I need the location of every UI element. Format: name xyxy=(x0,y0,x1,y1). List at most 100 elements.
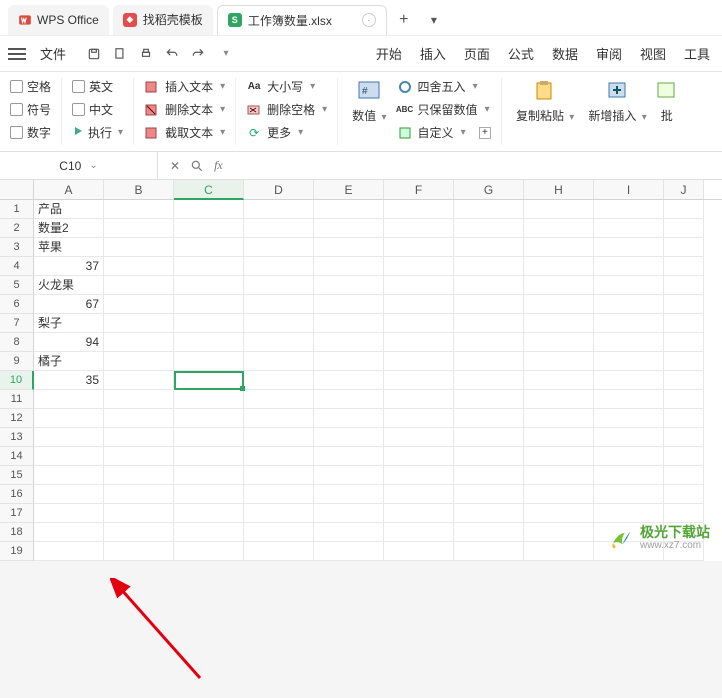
cell[interactable] xyxy=(174,523,244,542)
cell[interactable] xyxy=(384,238,454,257)
cell[interactable] xyxy=(174,409,244,428)
colh-B[interactable]: B xyxy=(104,180,174,199)
cell[interactable] xyxy=(314,409,384,428)
cell[interactable] xyxy=(174,371,244,390)
cell[interactable] xyxy=(594,219,664,238)
cell[interactable] xyxy=(524,523,594,542)
cell[interactable] xyxy=(174,466,244,485)
cell[interactable] xyxy=(244,504,314,523)
cell[interactable] xyxy=(524,371,594,390)
delspace-button[interactable]: 删除空格▾ xyxy=(246,101,327,118)
cell[interactable] xyxy=(244,276,314,295)
cell[interactable] xyxy=(314,466,384,485)
cell[interactable] xyxy=(664,409,704,428)
cell[interactable] xyxy=(104,352,174,371)
cancel-icon[interactable]: ✕ xyxy=(170,159,180,173)
undo-icon[interactable] xyxy=(164,46,180,62)
tab-formula[interactable]: 公式 xyxy=(508,44,534,63)
cell[interactable]: 67 xyxy=(34,295,104,314)
cell[interactable] xyxy=(664,504,704,523)
cell[interactable] xyxy=(524,238,594,257)
cell[interactable] xyxy=(594,390,664,409)
cell[interactable] xyxy=(104,447,174,466)
tab-docer[interactable]: ◆ 找稻壳模板 xyxy=(113,5,213,35)
cell[interactable] xyxy=(594,504,664,523)
cell[interactable] xyxy=(314,238,384,257)
tab-page[interactable]: 页面 xyxy=(464,44,490,63)
cell[interactable] xyxy=(454,276,524,295)
cell[interactable]: 数量2 xyxy=(34,219,104,238)
cell[interactable] xyxy=(524,504,594,523)
cell[interactable] xyxy=(524,257,594,276)
cell[interactable] xyxy=(314,352,384,371)
cell[interactable] xyxy=(244,257,314,276)
cell[interactable] xyxy=(384,295,454,314)
cell[interactable] xyxy=(104,276,174,295)
save-icon[interactable] xyxy=(86,46,102,62)
round-button[interactable]: 四舍五入▾ xyxy=(397,78,491,95)
cell[interactable] xyxy=(594,466,664,485)
copypaste-button[interactable]: 复制粘贴 ▾ xyxy=(512,78,578,145)
cell[interactable] xyxy=(244,295,314,314)
delete-text-button[interactable]: 删除文本▾ xyxy=(144,101,225,118)
cell[interactable] xyxy=(244,466,314,485)
cell[interactable] xyxy=(664,333,704,352)
tab-menu-button[interactable]: ▾ xyxy=(421,13,447,27)
cell[interactable] xyxy=(454,485,524,504)
cell[interactable] xyxy=(384,352,454,371)
file-menu[interactable]: 文件 xyxy=(40,44,66,63)
cell[interactable] xyxy=(594,371,664,390)
check-number[interactable]: 数字 xyxy=(10,124,51,141)
cell[interactable] xyxy=(594,314,664,333)
cell[interactable] xyxy=(524,447,594,466)
check-symbol[interactable]: 符号 xyxy=(10,101,51,118)
cell[interactable] xyxy=(524,333,594,352)
keepnum-button[interactable]: ABC只保留数值▾ xyxy=(397,101,491,118)
qat-dropdown-icon[interactable]: ▾ xyxy=(218,46,234,62)
cell[interactable] xyxy=(664,257,704,276)
chevron-down-icon[interactable]: ⌄ xyxy=(89,160,97,171)
cell[interactable] xyxy=(244,542,314,561)
tab-insert[interactable]: 插入 xyxy=(420,44,446,63)
cell[interactable] xyxy=(524,314,594,333)
cell[interactable] xyxy=(454,257,524,276)
cell[interactable] xyxy=(664,238,704,257)
cell[interactable] xyxy=(454,352,524,371)
cell[interactable] xyxy=(174,504,244,523)
tab-review[interactable]: 审阅 xyxy=(596,44,622,63)
cell[interactable] xyxy=(34,523,104,542)
cell[interactable] xyxy=(174,428,244,447)
custom-button[interactable]: 自定义▾ + xyxy=(397,124,491,141)
cell[interactable] xyxy=(244,523,314,542)
cell[interactable] xyxy=(384,371,454,390)
rowh-16[interactable]: 16 xyxy=(0,485,34,504)
cell[interactable] xyxy=(104,238,174,257)
name-box[interactable]: C10 ⌄ xyxy=(0,152,158,179)
cell[interactable] xyxy=(454,504,524,523)
cell[interactable] xyxy=(664,485,704,504)
cell[interactable] xyxy=(314,523,384,542)
cell[interactable] xyxy=(104,371,174,390)
rowh-5[interactable]: 5 xyxy=(0,276,34,295)
cell[interactable] xyxy=(664,200,704,219)
colh-E[interactable]: E xyxy=(314,180,384,199)
cell[interactable] xyxy=(314,504,384,523)
cell[interactable] xyxy=(384,276,454,295)
cell[interactable] xyxy=(524,352,594,371)
cell[interactable] xyxy=(244,200,314,219)
cell[interactable] xyxy=(104,466,174,485)
cell[interactable]: 火龙果 xyxy=(34,276,104,295)
cell[interactable] xyxy=(384,523,454,542)
cell[interactable] xyxy=(454,219,524,238)
cell[interactable] xyxy=(454,447,524,466)
cell[interactable] xyxy=(34,542,104,561)
cell[interactable] xyxy=(454,333,524,352)
cell[interactable] xyxy=(174,542,244,561)
cell[interactable] xyxy=(34,485,104,504)
cell[interactable] xyxy=(594,428,664,447)
cell[interactable] xyxy=(594,257,664,276)
formula-input[interactable] xyxy=(235,152,722,179)
cell[interactable] xyxy=(384,200,454,219)
batch-button[interactable]: 批 xyxy=(657,78,677,145)
rowh-13[interactable]: 13 xyxy=(0,428,34,447)
